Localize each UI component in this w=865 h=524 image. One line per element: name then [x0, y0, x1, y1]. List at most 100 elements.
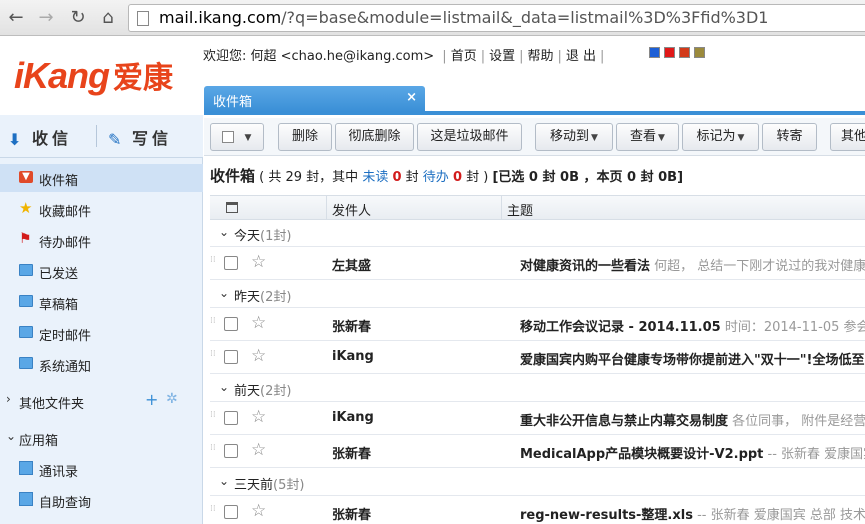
sidebar-item-inbox[interactable]: ▼ 收件箱: [0, 164, 203, 192]
unread-count: 0: [392, 170, 402, 185]
drag-handle-icon[interactable]: ⁞⁞: [210, 444, 216, 456]
mail-row[interactable]: ⁞⁞ ☆ 张新春 移动工作会议记录 - 2014.11.05 时间：2014-1…: [210, 308, 865, 341]
theme-swatch-red[interactable]: [664, 47, 675, 58]
mail-row[interactable]: ⁞⁞ ☆ iKang 爱康国宾内购平台健康专场带你提前进入"双十一"!全场低至: [210, 341, 865, 374]
ikang-logo[interactable]: iKang 爱康: [14, 53, 173, 97]
spam-button[interactable]: 这是垃圾邮件: [417, 123, 522, 151]
row-checkbox[interactable]: [224, 505, 238, 519]
star-outline-icon[interactable]: ☆: [251, 252, 266, 272]
sidebar-item-todo[interactable]: ⚑ 待办邮件: [0, 226, 203, 254]
apps-toggle[interactable]: ⌄ 应用箱: [0, 424, 203, 452]
sender-column-header[interactable]: 发件人: [332, 200, 371, 219]
row-checkbox[interactable]: [224, 444, 238, 458]
mail-subject[interactable]: reg-new-results-整理.xls -- 张新春 爱康国宾 总部 技术…: [520, 504, 865, 523]
summary-text: 封 ): [461, 170, 493, 185]
theme-swatch-olive[interactable]: [694, 47, 705, 58]
sidebar-item-drafts[interactable]: 草稿箱: [0, 288, 203, 316]
mail-subject[interactable]: 移动工作会议记录 - 2014.11.05 时间：2014-11-05 参会者: [520, 316, 865, 335]
drag-handle-icon[interactable]: ⁞⁞: [210, 505, 216, 517]
logout-link[interactable]: 退 出: [566, 49, 596, 64]
settings-link[interactable]: 设置: [489, 49, 515, 64]
mail-subject[interactable]: 爱康国宾内购平台健康专场带你提前进入"双十一"!全场低至: [520, 349, 865, 368]
url-text[interactable]: mail.ikang.com/?q=base&module=listmail&_…: [159, 8, 768, 27]
back-arrow-icon[interactable]: ←: [6, 8, 26, 28]
reload-icon[interactable]: ↻: [68, 8, 88, 28]
day-group-day-before[interactable]: ⌄ 前天(2封): [210, 375, 865, 402]
tab-inbox[interactable]: 收件箱 ×: [204, 86, 425, 112]
folder-label: 系统通知: [39, 360, 92, 375]
other-folders-toggle[interactable]: › 其他文件夹 + ✲: [0, 387, 203, 415]
mail-sender: 张新春: [332, 447, 372, 462]
inbox-icon: ▼: [19, 171, 33, 183]
folder-icon: [19, 357, 33, 369]
app-icon: [19, 461, 33, 475]
forward-button[interactable]: 转寄: [762, 123, 817, 151]
unread-filter-link[interactable]: 未读: [362, 170, 388, 185]
star-outline-icon[interactable]: ☆: [251, 407, 266, 427]
receive-label: 收信: [32, 129, 73, 148]
row-checkbox[interactable]: [224, 317, 238, 331]
sidebar-item-self-service[interactable]: 自助查询: [0, 486, 203, 514]
sidebar-item-notifications[interactable]: 系统通知: [0, 350, 203, 378]
help-link[interactable]: 帮助: [528, 49, 554, 64]
mail-subject[interactable]: 重大非公开信息与禁止内幕交易制度 各位同事， 附件是经营: [520, 410, 865, 429]
sidebar-item-starred[interactable]: ★ 收藏邮件: [0, 195, 203, 223]
column-settings-icon[interactable]: [226, 202, 238, 213]
row-checkbox[interactable]: [224, 350, 238, 364]
mail-row[interactable]: ⁞⁞ ☆ 张新春 MedicalApp产品模块概要设计-V2.ppt -- 张新…: [210, 435, 865, 468]
star-outline-icon[interactable]: ☆: [251, 501, 266, 521]
day-group-label: 三天前(5封): [234, 478, 305, 493]
sidebar-item-contacts[interactable]: 通讯录: [0, 455, 203, 483]
drag-handle-icon[interactable]: ⁞⁞: [210, 317, 216, 329]
folder-label: 待办邮件: [39, 236, 92, 251]
todo-filter-link[interactable]: 待办: [423, 170, 449, 185]
select-all-checkbox[interactable]: [222, 131, 234, 143]
drag-handle-icon[interactable]: ⁞⁞: [210, 350, 216, 362]
row-checkbox[interactable]: [224, 411, 238, 425]
close-icon[interactable]: ×: [406, 90, 417, 105]
delete-button[interactable]: 删除: [278, 123, 332, 151]
row-checkbox[interactable]: [224, 256, 238, 270]
edit-icon: ✎: [108, 130, 122, 149]
mail-row[interactable]: ⁞⁞ ☆ 张新春 reg-new-results-整理.xls -- 张新春 爱…: [210, 496, 865, 524]
forward-arrow-icon[interactable]: →: [36, 8, 56, 28]
select-dropdown[interactable]: ▼: [210, 123, 264, 151]
view-button[interactable]: 查看 ▼: [616, 123, 679, 151]
drag-handle-icon[interactable]: ⁞⁞: [210, 256, 216, 268]
address-bar[interactable]: mail.ikang.com/?q=base&module=listmail&_…: [128, 4, 865, 32]
star-outline-icon[interactable]: ☆: [251, 313, 266, 333]
receive-mail-button[interactable]: ⬇ 收信: [8, 125, 72, 149]
home-link[interactable]: 首页: [451, 49, 477, 64]
day-group-today[interactable]: ⌄ 今天(1封): [210, 220, 865, 247]
subject-column-header[interactable]: 主题: [507, 200, 533, 219]
delete-permanent-button[interactable]: 彻底删除: [335, 123, 414, 151]
sidebar-item-sent[interactable]: 已发送: [0, 257, 203, 285]
day-group-three-days[interactable]: ⌄ 三天前(5封): [210, 469, 865, 496]
sidebar-item-scheduled[interactable]: 定时邮件: [0, 319, 203, 347]
star-outline-icon[interactable]: ☆: [251, 440, 266, 460]
folder-label: 已发送: [39, 267, 79, 282]
caret-down-icon: ▼: [244, 133, 252, 143]
write-mail-button[interactable]: ✎ 写信: [108, 125, 172, 149]
drag-handle-icon[interactable]: ⁞⁞: [210, 411, 216, 423]
theme-swatch-orange[interactable]: [679, 47, 690, 58]
day-group-yesterday[interactable]: ⌄ 昨天(2封): [210, 281, 865, 308]
move-to-button[interactable]: 移动到 ▼: [535, 123, 613, 151]
home-icon[interactable]: ⌂: [98, 8, 118, 28]
mail-sender: 张新春: [332, 508, 372, 523]
mail-subject[interactable]: 对健康资讯的一些看法 何超， 总结一下刚才说过的我对健康: [520, 255, 865, 274]
gear-icon[interactable]: ✲: [166, 391, 178, 407]
add-folder-icon[interactable]: +: [145, 390, 158, 409]
more-button[interactable]: 其他: [830, 123, 865, 151]
star-outline-icon[interactable]: ☆: [251, 346, 266, 366]
day-group-label: 今天(1封): [234, 229, 292, 244]
mail-subject[interactable]: MedicalApp产品模块概要设计-V2.ppt -- 张新春 爱康国宾: [520, 443, 865, 462]
folder-icon: [19, 264, 33, 276]
theme-swatch-blue[interactable]: [649, 47, 660, 58]
theme-swatches: [649, 47, 705, 58]
mark-as-button[interactable]: 标记为 ▼: [682, 123, 759, 151]
mail-row[interactable]: ⁞⁞ ☆ 左其盛 对健康资讯的一些看法 何超， 总结一下刚才说过的我对健康: [210, 247, 865, 280]
mail-row[interactable]: ⁞⁞ ☆ iKang 重大非公开信息与禁止内幕交易制度 各位同事， 附件是经营: [210, 402, 865, 435]
column-divider: [326, 196, 327, 220]
move-to-label: 移动到: [550, 129, 590, 144]
